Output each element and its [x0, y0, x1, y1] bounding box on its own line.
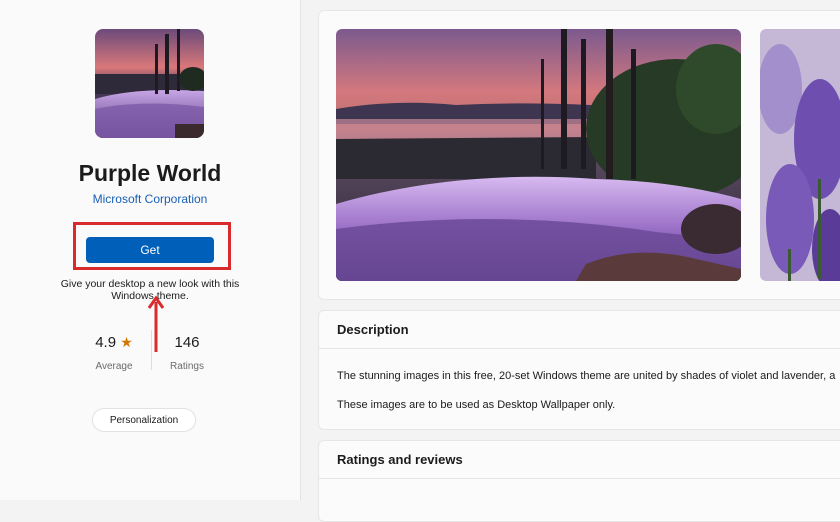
ratings-count-value: 146 — [174, 334, 200, 351]
ratings-count: 146 Ratings — [165, 334, 209, 372]
panel-divider — [300, 0, 301, 500]
average-rating-label: Average — [95, 361, 133, 372]
description-text-line-1: The stunning images in this free, 20-set… — [337, 370, 836, 382]
app-info-panel: Purple World Microsoft Corporation Get G… — [0, 0, 300, 500]
average-rating: 4.9 ★ Average — [88, 334, 140, 372]
ratings-reviews-title: Ratings and reviews — [337, 452, 463, 467]
screenshot-image[interactable] — [336, 29, 741, 281]
description-divider — [319, 348, 840, 349]
ratings-count-label: Ratings — [170, 361, 204, 372]
rating-divider — [151, 330, 152, 370]
description-title: Description — [337, 322, 409, 337]
description-card: Description The stunning images in this … — [318, 310, 840, 430]
category-tag-button[interactable]: Personalization — [92, 408, 196, 432]
star-icon: ★ — [120, 334, 133, 350]
app-title: Purple World — [78, 160, 222, 186]
description-text-line-2: These images are to be used as Desktop W… — [337, 399, 616, 411]
average-rating-value: 4.9 — [95, 334, 117, 351]
screenshot-image-2[interactable] — [760, 29, 840, 281]
ratings-reviews-divider — [319, 478, 840, 479]
app-icon-image — [95, 29, 204, 138]
arrow-up-annotation-icon — [147, 295, 165, 352]
ratings-reviews-card: Ratings and reviews — [318, 440, 840, 522]
publisher-link[interactable]: Microsoft Corporation — [0, 192, 300, 206]
get-button[interactable]: Get — [86, 237, 214, 263]
